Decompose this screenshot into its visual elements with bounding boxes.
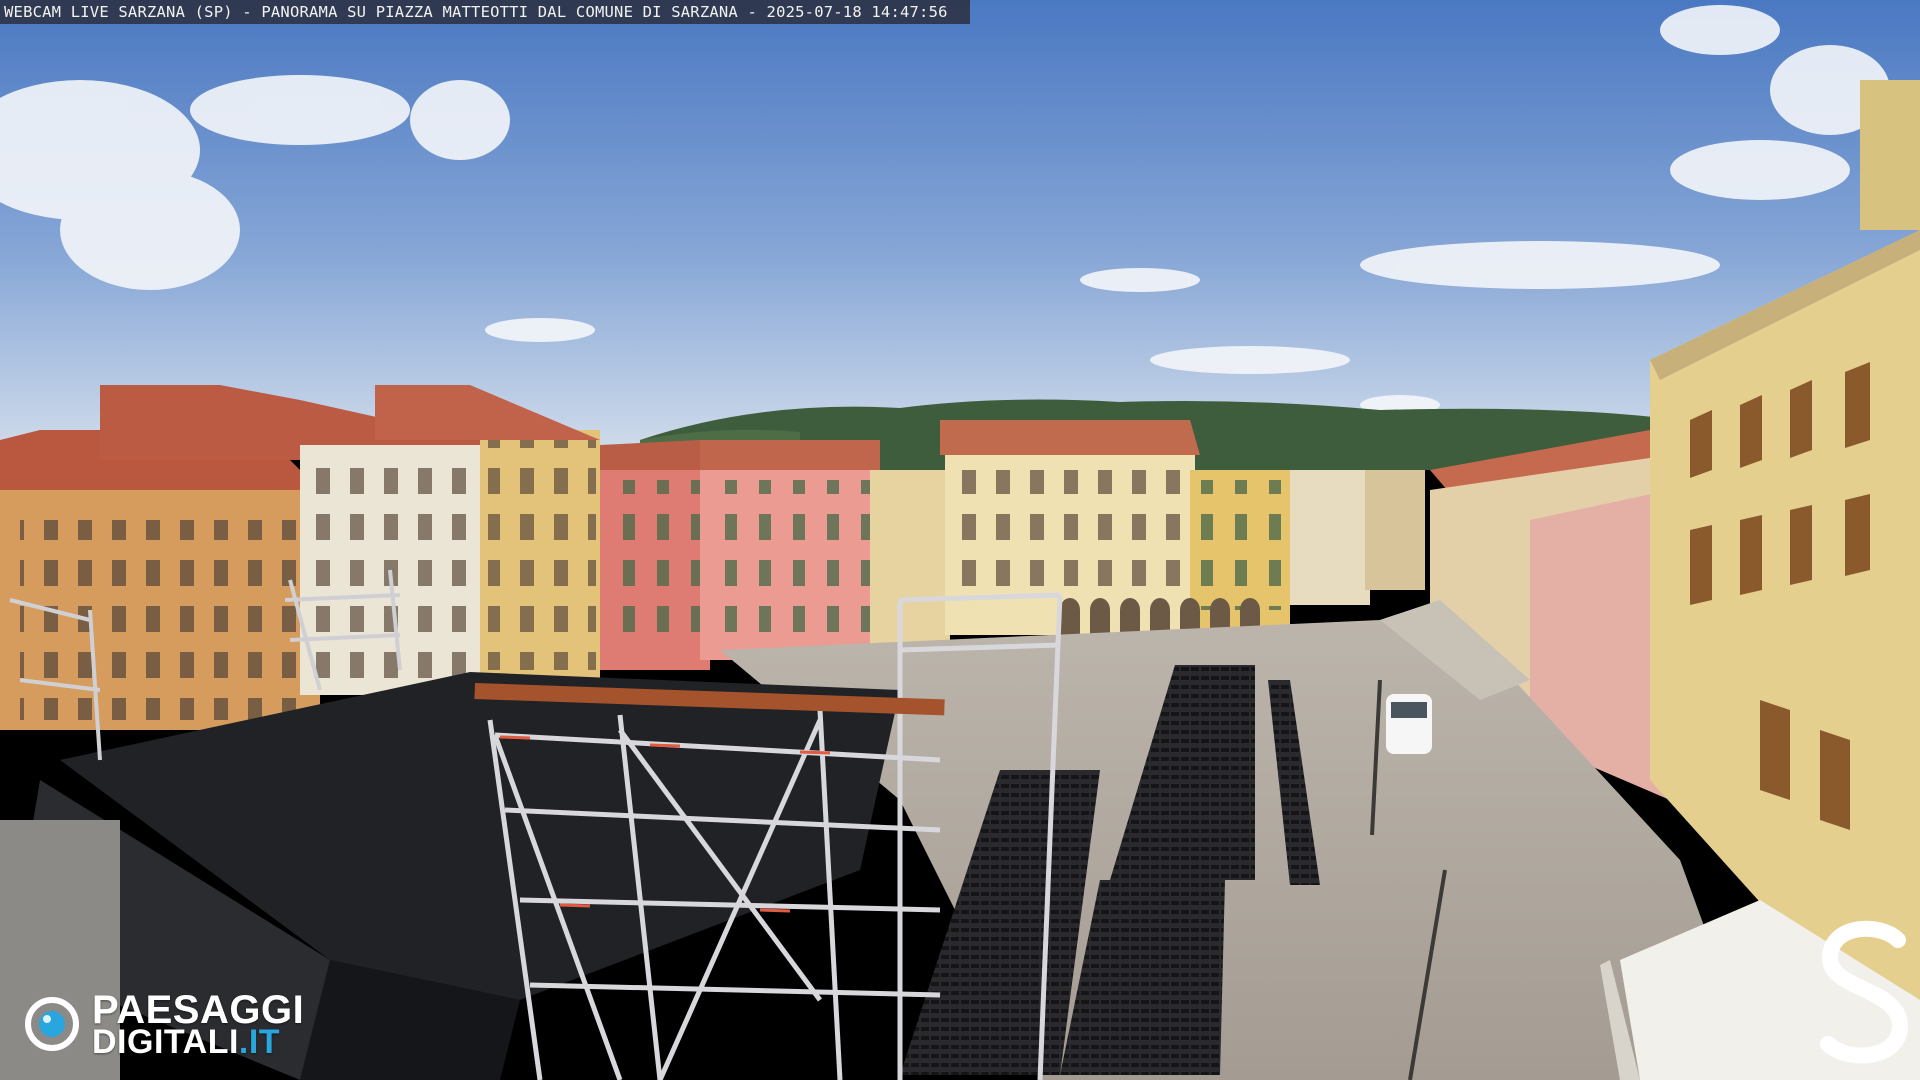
paesaggi-digitali-logo: PAESAGGI DIGITALI.IT (24, 988, 344, 1062)
camera-eye-icon (25, 997, 79, 1051)
webcam-frame: WEBCAM LIVE SARZANA (SP) - PANORAMA SU P… (0, 0, 1920, 1080)
piazza-panorama-image (0, 0, 1920, 1080)
logo-line-2: DIGITALI.IT (92, 1023, 280, 1062)
corner-s-logo (1820, 920, 1909, 1064)
sky (0, 0, 1920, 460)
white-van (1386, 694, 1432, 754)
logo-tld: .IT (238, 1023, 281, 1061)
timestamp-caption: WEBCAM LIVE SARZANA (SP) - PANORAMA SU P… (0, 0, 970, 24)
logo-line-2-text: DIGITALI (92, 1023, 239, 1061)
